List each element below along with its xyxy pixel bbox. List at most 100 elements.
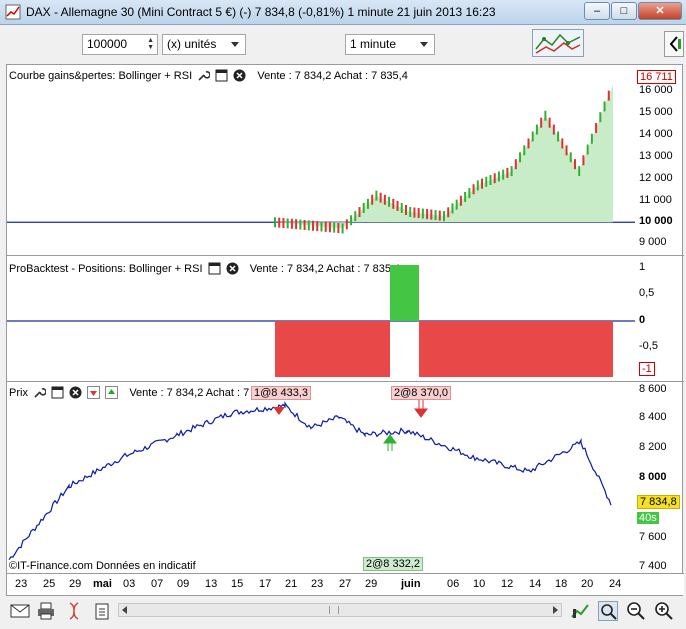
x-axis-tick: 18 bbox=[555, 578, 568, 590]
window-icon[interactable] bbox=[215, 69, 228, 82]
positions-plot[interactable] bbox=[7, 265, 635, 377]
buy-arrow-icon bbox=[383, 434, 397, 451]
price-axis: 8 600 8 400 8 200 8 000 7 834,8 40s 7 60… bbox=[635, 381, 683, 572]
scroll-right-icon[interactable] bbox=[551, 606, 559, 614]
x-axis-tick: 23 bbox=[311, 578, 324, 590]
equity-axis-tick: 16 000 bbox=[639, 84, 673, 96]
chart-area[interactable]: Courbe gains&pertes: Bollinger + RSI Ven… bbox=[6, 64, 684, 596]
title-bar: DAX - Allemagne 30 (Mini Contract 5 €) (… bbox=[0, 0, 686, 25]
x-axis-tick: 06 bbox=[447, 578, 460, 590]
equity-axis-tick: 9 000 bbox=[639, 236, 667, 248]
unit-select[interactable]: (x) unités bbox=[162, 34, 246, 55]
dna-icon[interactable] bbox=[64, 601, 84, 621]
equity-plot[interactable] bbox=[7, 83, 635, 253]
position-bar bbox=[419, 321, 613, 377]
x-axis-tick: mai bbox=[93, 578, 112, 590]
equity-axis: 16 711 16 000 15 000 14 000 13 000 12 00… bbox=[635, 65, 683, 255]
equity-axis-tick: 10 000 bbox=[639, 215, 673, 227]
scroll-left-icon[interactable] bbox=[121, 606, 129, 614]
chevron-down-icon bbox=[420, 42, 428, 47]
x-axis-tick: juin bbox=[401, 578, 421, 590]
copyright-text: ©IT-Finance.com Données en indicatif bbox=[9, 560, 196, 572]
x-axis-tick: 27 bbox=[339, 578, 352, 590]
timer-badge: 40s bbox=[637, 512, 659, 524]
price-axis-tick: 8 200 bbox=[639, 441, 667, 453]
unit-select-value: (x) unités bbox=[167, 37, 217, 51]
x-axis-tick: 12 bbox=[501, 578, 514, 590]
last-price-badge: 7 834,8 bbox=[637, 495, 680, 509]
trade-label: 1@8 433,3 bbox=[251, 386, 311, 400]
sell-arrow-icon bbox=[414, 399, 428, 418]
price-axis-tick: 7 400 bbox=[639, 560, 667, 572]
positions-axis-tick: -1 bbox=[639, 362, 655, 376]
x-axis-tick: 13 bbox=[205, 578, 218, 590]
price-line bbox=[8, 401, 612, 561]
x-axis-tick: 29 bbox=[365, 578, 378, 590]
status-bar bbox=[0, 597, 686, 629]
zoom-out-icon[interactable] bbox=[626, 601, 646, 621]
mail-icon[interactable] bbox=[10, 601, 30, 621]
x-axis-tick: 17 bbox=[259, 578, 272, 590]
x-axis-tick: 24 bbox=[609, 578, 622, 590]
position-bar bbox=[275, 321, 390, 377]
x-axis-tick: 25 bbox=[43, 578, 56, 590]
equity-area bbox=[275, 84, 613, 229]
x-axis-tick: 23 bbox=[15, 578, 28, 590]
wrench-icon[interactable] bbox=[197, 69, 211, 82]
minimize-button[interactable]: – bbox=[584, 2, 610, 20]
print-icon[interactable] bbox=[36, 601, 56, 621]
stepper-arrows-icon[interactable]: ▲ ▼ bbox=[147, 37, 154, 51]
x-axis-tick: 10 bbox=[473, 578, 486, 590]
price-plot[interactable] bbox=[7, 385, 635, 571]
equity-panel-title: Courbe gains&pertes: Bollinger + RSI bbox=[9, 70, 193, 82]
close-panel-icon[interactable] bbox=[233, 69, 246, 82]
side-panel-icon[interactable] bbox=[664, 31, 684, 57]
interval-select-value: 1 minute bbox=[350, 37, 397, 51]
interval-select[interactable]: 1 minute bbox=[345, 34, 435, 55]
x-axis-tick: 09 bbox=[177, 578, 190, 590]
price-axis-tick: 8 000 bbox=[639, 471, 667, 483]
positions-axis-tick: 0,5 bbox=[639, 287, 655, 299]
x-axis-tick: 15 bbox=[231, 578, 244, 590]
close-button[interactable]: ✕ bbox=[638, 2, 682, 20]
quantity-value: 100000 bbox=[87, 37, 128, 51]
toolbar: 100000 ▲ ▼ (x) unités 1 minute bbox=[0, 26, 686, 61]
x-axis: 23 25 29 mai 03 07 09 13 15 17 21 23 27 … bbox=[7, 573, 684, 595]
price-axis-tick: 8 400 bbox=[639, 411, 667, 423]
scroll-thumb[interactable] bbox=[329, 606, 339, 614]
panel-divider[interactable] bbox=[7, 381, 684, 382]
x-axis-tick: 03 bbox=[123, 578, 136, 590]
equity-axis-tick: 15 000 bbox=[639, 106, 673, 118]
positions-axis-tick: 1 bbox=[639, 261, 646, 273]
trade-label: 2@8 370,0 bbox=[391, 386, 451, 400]
trade-label: 2@8 332,2 bbox=[363, 557, 423, 571]
sell-arrow-icon bbox=[273, 407, 285, 415]
horizontal-scrollbar[interactable] bbox=[118, 603, 562, 617]
position-bar bbox=[390, 265, 419, 321]
window-title: DAX - Allemagne 30 (Mini Contract 5 €) (… bbox=[26, 5, 496, 19]
indicator-icon[interactable] bbox=[570, 601, 590, 621]
x-axis-tick: 29 bbox=[69, 578, 82, 590]
zoom-fit-icon[interactable] bbox=[598, 601, 618, 621]
chevron-down-icon bbox=[231, 42, 239, 47]
maximize-button[interactable]: □ bbox=[611, 2, 637, 20]
zoom-in-icon[interactable] bbox=[654, 601, 674, 621]
x-axis-tick: 07 bbox=[151, 578, 164, 590]
price-axis-tick: 7 600 bbox=[639, 531, 667, 543]
x-axis-tick: 14 bbox=[529, 578, 542, 590]
equity-axis-tick: 14 000 bbox=[639, 128, 673, 140]
clipboard-icon[interactable] bbox=[92, 601, 112, 621]
x-axis-tick: 20 bbox=[581, 578, 594, 590]
equity-axis-tick: 12 000 bbox=[639, 172, 673, 184]
panel-divider[interactable] bbox=[7, 255, 684, 256]
equity-quote: Vente : 7 834,2 Achat : 7 835,4 bbox=[257, 70, 408, 82]
positions-axis-tick: 0 bbox=[639, 314, 646, 326]
equity-axis-tick: 11 000 bbox=[639, 194, 672, 206]
quantity-stepper[interactable]: 100000 ▲ ▼ bbox=[82, 34, 158, 55]
price-axis-tick: 8 600 bbox=[639, 383, 667, 395]
equity-axis-tick: 13 000 bbox=[639, 150, 673, 162]
positions-axis-tick: -0,5 bbox=[639, 340, 658, 352]
backtest-chart-icon[interactable] bbox=[532, 29, 584, 57]
equity-last-badge: 16 711 bbox=[637, 70, 676, 84]
x-axis-tick: 21 bbox=[285, 578, 298, 590]
